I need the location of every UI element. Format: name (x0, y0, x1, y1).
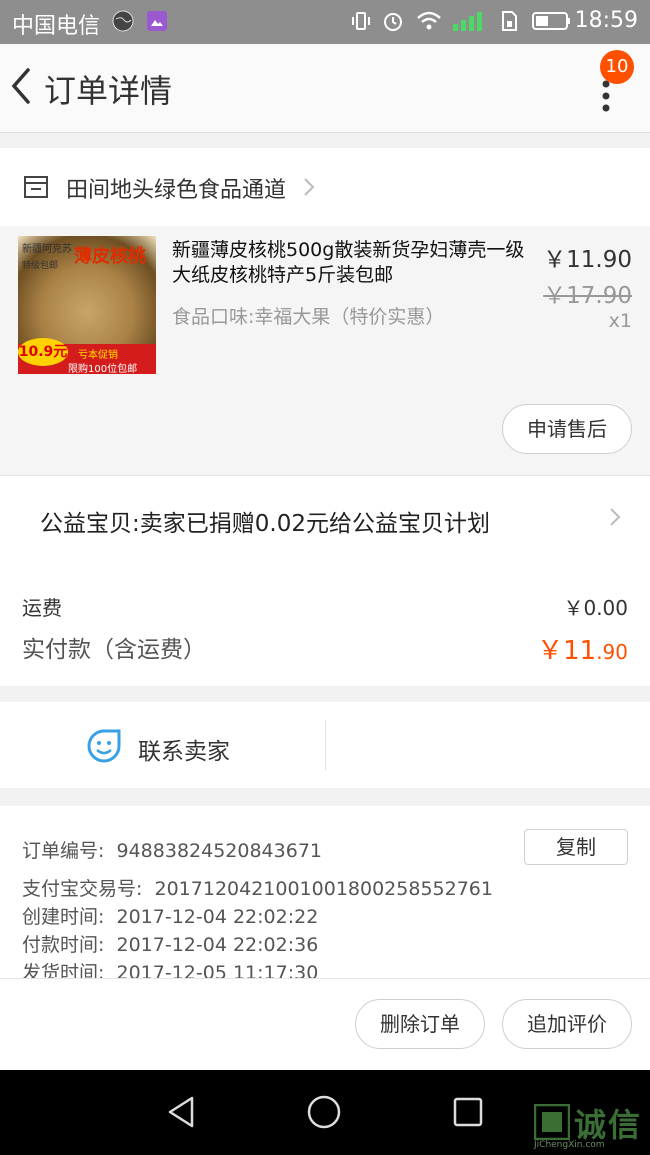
thumb-sub-text: 特级包邮 (22, 261, 59, 271)
product-original-price: ￥17.90 (543, 283, 632, 309)
after-sale-button[interactable]: 申请售后 (502, 404, 632, 454)
bottom-action-bar: 删除订单 追加评价 (0, 978, 650, 1071)
carrier-label: 中国电信 (12, 14, 101, 39)
contact-seller-label: 联系卖家 (138, 739, 230, 765)
chevron-right-icon (610, 508, 621, 526)
nav-recents-icon[interactable] (452, 1096, 484, 1128)
chevron-right-icon (304, 178, 315, 196)
wifi-icon (417, 11, 441, 30)
nav-back-icon[interactable] (164, 1094, 198, 1130)
shop-icon (24, 176, 48, 198)
thumb-price-tag: 10.9元 (18, 338, 68, 366)
page-title: 订单详情 (44, 72, 173, 110)
watermark-sub: JiChengXin.com (534, 1140, 605, 1150)
add-review-button[interactable]: 追加评价 (502, 999, 632, 1049)
system-nav-bar: 诚信 JiChengXin.com (0, 1070, 650, 1155)
product-quantity: x1 (608, 310, 632, 332)
product-item[interactable]: 新疆阿克苏 薄皮核桃 特级包邮 亏本促销 限购100位包邮 10.9元 新疆薄皮… (0, 226, 650, 474)
thumb-promo-text: 亏本促销 (78, 350, 118, 361)
contact-row: 联系卖家 (0, 702, 650, 788)
contact-seller-button[interactable]: 联系卖家 (82, 702, 325, 788)
shipped-time-label: 发货时间: (22, 962, 105, 978)
signal-icon (453, 12, 482, 31)
order-number-label: 订单编号: (22, 840, 105, 862)
battery-icon (532, 12, 570, 30)
order-number-value: 94883824520843671 (116, 840, 323, 862)
total-paid: ￥11.90 (537, 630, 628, 667)
alarm-icon (384, 13, 402, 31)
thumb-brand-text: 新疆阿克苏 (22, 244, 72, 255)
created-time-label: 创建时间: (22, 906, 105, 928)
alipay-trade-row: 支付宝交易号: 2017120421001001800258552761 (22, 874, 493, 901)
total-label: 实付款（含运费） (22, 637, 206, 663)
total-decimal: .90 (596, 640, 628, 664)
divider (325, 720, 326, 770)
created-time-value: 2017-12-04 22:02:22 (116, 906, 319, 928)
cost-summary: 运费 ￥0.00 实付款（含运费） ￥11.90 (0, 560, 650, 686)
watermark-logo-icon (534, 1104, 570, 1140)
shipping-value: ￥0.00 (563, 596, 628, 620)
charity-row[interactable]: 公益宝贝:卖家已捐赠0.02元给公益宝贝计划 (0, 475, 650, 561)
order-info: 订单编号: 94883824520843671 复制 支付宝交易号: 20171… (0, 806, 650, 978)
notification-badge: 10 (600, 50, 634, 84)
copy-button[interactable]: 复制 (524, 829, 628, 865)
shipped-time-row: 发货时间: 2017-12-05 11:17:30 (22, 958, 318, 978)
shop-name: 田间地头绿色食品通道 (66, 178, 287, 203)
globe-icon (112, 10, 134, 32)
product-thumbnail: 新疆阿克苏 薄皮核桃 特级包邮 亏本促销 限购100位包邮 10.9元 (18, 236, 156, 374)
thumb-limit-text: 限购100位包邮 (68, 364, 138, 374)
sim-icon (502, 11, 517, 31)
paid-time-value: 2017-12-04 22:02:36 (116, 934, 319, 956)
created-time-row: 创建时间: 2017-12-04 22:02:22 (22, 902, 318, 929)
chat-smile-icon (87, 729, 121, 763)
watermark: 诚信 JiChengXin.com (534, 1100, 644, 1150)
paid-time-label: 付款时间: (22, 934, 105, 956)
status-bar: 中国电信 18:59 (0, 0, 650, 44)
app-header: 订单详情 10 (0, 44, 650, 133)
total-currency: ￥ (537, 636, 564, 666)
product-name[interactable]: 新疆薄皮核桃500g散装新货孕妇薄壳一级大纸皮核桃特产5斤装包邮 (172, 238, 532, 288)
alipay-trade-value: 2017120421001001800258552761 (154, 878, 493, 900)
shipping-label: 运费 (22, 596, 62, 620)
nav-home-icon[interactable] (306, 1094, 342, 1130)
product-spec: 食品口味:幸福大果（特价实惠） (172, 306, 445, 328)
charity-text: 公益宝贝:卖家已捐赠0.02元给公益宝贝计划 (40, 511, 490, 537)
paid-time-row: 付款时间: 2017-12-04 22:02:36 (22, 930, 318, 957)
total-integer: 11 (563, 636, 597, 666)
image-icon (147, 11, 167, 31)
thumb-name-text: 薄皮核桃 (74, 246, 146, 267)
clock-time: 18:59 (574, 8, 638, 33)
alipay-trade-label: 支付宝交易号: (22, 878, 143, 900)
product-price: ￥11.90 (543, 247, 632, 273)
delete-order-button[interactable]: 删除订单 (355, 999, 485, 1049)
back-arrow-icon[interactable] (8, 64, 40, 108)
shop-row[interactable]: 田间地头绿色食品通道 (0, 148, 650, 226)
shipped-time-value: 2017-12-05 11:17:30 (116, 962, 319, 978)
vibrate-icon (352, 12, 370, 30)
order-number-row: 订单编号: 94883824520843671 (22, 836, 322, 863)
